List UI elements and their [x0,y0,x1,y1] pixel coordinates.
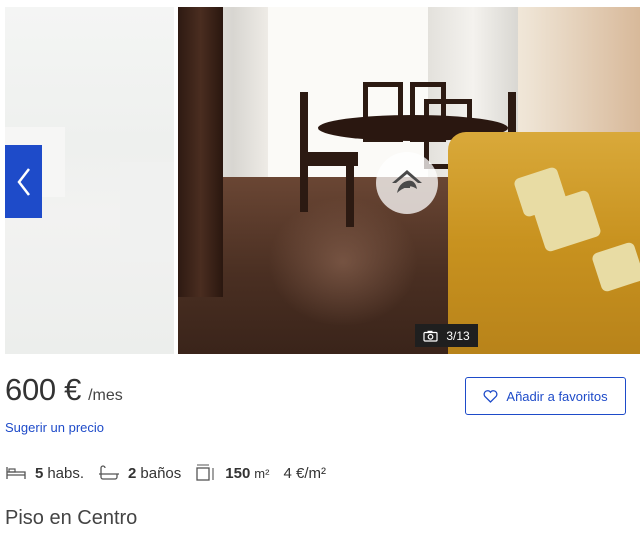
photo-floor-reflection [268,197,418,327]
photo-chair [346,157,354,227]
add-to-favorites-button[interactable]: Añadir a favoritos [465,377,626,415]
camera-icon [423,330,438,342]
photo-chair [300,92,308,212]
rooms-label: habs. [47,464,85,482]
price-amount: 600 € [5,372,82,407]
photo-counter: 3/13 [415,324,478,347]
area-unit: m² [254,465,270,481]
area-icon [196,464,214,481]
photo-detail [120,162,174,262]
area-feature: 150 m² [195,464,269,482]
area-value: 150 [225,464,251,482]
price-per-m2: 4 €/m² [283,465,326,482]
bathrooms-feature: 2 baños [98,465,181,482]
heart-icon [483,389,498,403]
bathrooms-label: baños [140,464,182,482]
listing-title: Piso en Centro [5,507,138,529]
rooms-feature: 5 habs. [5,465,84,482]
chevron-left-icon [16,167,30,196]
bathrooms-value: 2 [128,464,137,482]
photo-cabinet [178,7,223,297]
property-features: 5 habs. 2 baños 150 m² 4 €/m² [5,460,340,486]
photo-gallery: 3/13 [0,0,640,356]
photo-counter-text: 3/13 [446,328,470,343]
add-to-favorites-label: Añadir a favoritos [506,388,608,404]
price-per-m2-value: 4 €/m² [283,464,326,482]
bathtub-icon [99,465,120,480]
price: 600 € /mes [5,372,123,408]
suggest-price-link[interactable]: Sugerir un precio [5,420,104,435]
previous-photo-button[interactable] [5,145,42,218]
rooms-value: 5 [35,464,44,482]
bed-icon [6,467,26,479]
house-logo-icon [376,152,438,214]
price-period: /mes [88,387,123,404]
